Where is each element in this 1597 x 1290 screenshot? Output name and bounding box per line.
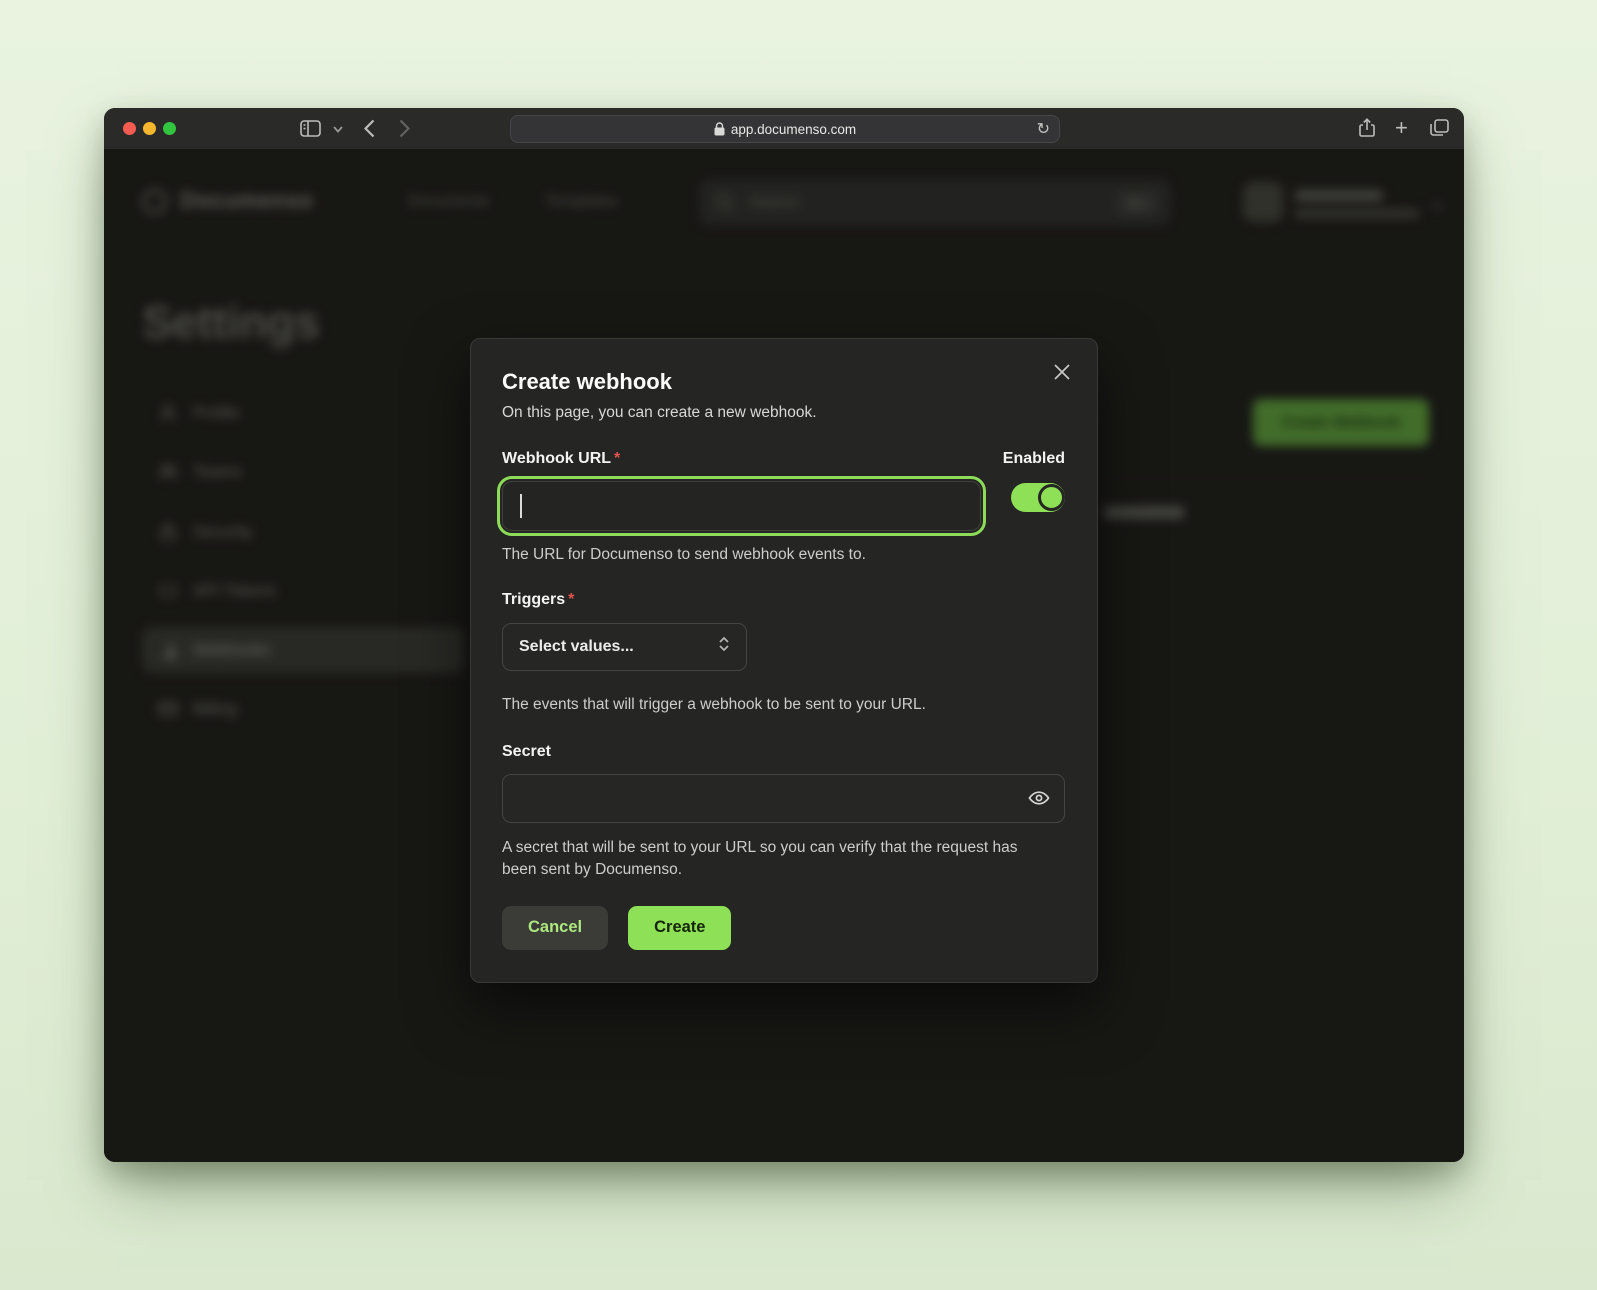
new-tab-icon[interactable]: +	[1395, 115, 1408, 141]
window-close-button[interactable]	[123, 122, 136, 135]
dialog-description: On this page, you can create a new webho…	[502, 404, 1065, 422]
address-bar[interactable]: app.documenso.com ↻	[510, 115, 1060, 143]
text-caret	[520, 494, 522, 518]
webhook-url-label: Webhook URL*	[502, 450, 981, 468]
browser-window: app.documenso.com ↻ + Documenso Document…	[104, 108, 1464, 1162]
enabled-toggle[interactable]	[1011, 483, 1065, 512]
required-asterisk: *	[614, 450, 620, 467]
page-content: Documenso Documents Templates Search ⌘K …	[104, 149, 1464, 1162]
chevron-up-down-icon	[718, 636, 730, 657]
lock-icon	[714, 122, 725, 136]
secret-label: Secret	[502, 743, 1065, 761]
triggers-label: Triggers*	[502, 591, 1065, 609]
url-text: app.documenso.com	[731, 122, 856, 137]
tab-overview-icon[interactable]	[1430, 119, 1449, 137]
required-asterisk: *	[568, 591, 574, 608]
toggle-knob	[1038, 484, 1065, 511]
triggers-select[interactable]: Select values...	[502, 623, 747, 671]
triggers-select-value: Select values...	[519, 638, 634, 656]
reload-icon[interactable]: ↻	[1037, 119, 1050, 139]
webhook-url-hint: The URL for Documenso to send webhook ev…	[502, 544, 981, 566]
browser-titlebar: app.documenso.com ↻ +	[104, 108, 1464, 149]
cancel-button[interactable]: Cancel	[502, 906, 608, 950]
window-minimize-button[interactable]	[143, 122, 156, 135]
window-zoom-button[interactable]	[163, 122, 176, 135]
dialog-title: Create webhook	[502, 369, 1065, 395]
chevron-down-icon[interactable]	[333, 126, 343, 133]
back-button[interactable]	[364, 119, 375, 138]
secret-hint: A secret that will be sent to your URL s…	[502, 837, 1032, 880]
sidebar-toggle-icon[interactable]	[300, 120, 321, 137]
forward-button[interactable]	[399, 119, 410, 138]
share-icon[interactable]	[1359, 118, 1375, 138]
triggers-hint: The events that will trigger a webhook t…	[502, 694, 1065, 716]
enabled-label: Enabled	[999, 450, 1065, 468]
eye-icon[interactable]	[1028, 788, 1050, 813]
close-icon[interactable]	[1053, 363, 1073, 383]
create-button[interactable]: Create	[628, 906, 731, 950]
create-webhook-dialog: Create webhook On this page, you can cre…	[470, 338, 1098, 983]
secret-input[interactable]	[502, 774, 1065, 823]
webhook-url-input[interactable]	[502, 481, 981, 531]
